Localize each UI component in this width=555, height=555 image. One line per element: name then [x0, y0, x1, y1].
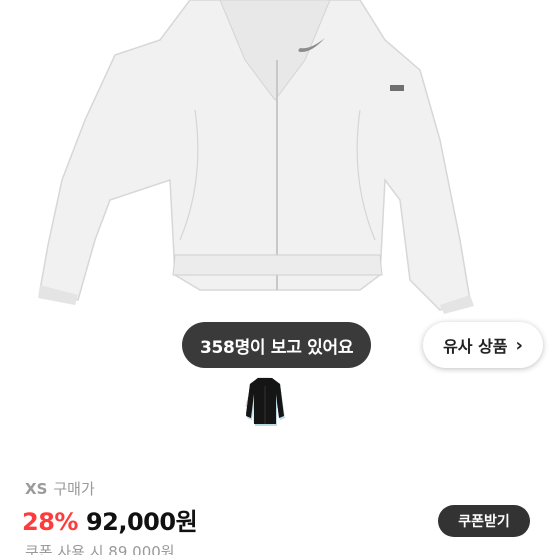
black-jacket-2-thumbnail-icon: [246, 378, 284, 424]
coupon-price-text: 쿠폰 사용 시 89,000원: [25, 543, 175, 555]
size-value: XS: [25, 480, 48, 498]
thumbnail-strip: [244, 376, 530, 440]
purchase-price-label: 구매가: [53, 480, 95, 498]
similar-products-button[interactable]: 유사 상품 ›: [423, 322, 543, 368]
discount-rate: 28%: [22, 508, 78, 536]
similar-products-label: 유사 상품: [443, 337, 508, 356]
thumbnail-light-blue-jacket[interactable]: [247, 376, 456, 440]
get-coupon-label: 쿠폰받기: [458, 514, 510, 530]
chevron-right-icon: ›: [515, 334, 523, 356]
viewers-count-text: 358명이 보고 있어요: [200, 337, 354, 358]
thumbnail-black-jacket-2[interactable]: [246, 376, 530, 440]
get-coupon-button[interactable]: 쿠폰받기: [438, 505, 530, 537]
price-row: 28% 92,000원: [22, 502, 198, 537]
sale-price: 92,000원: [85, 508, 198, 536]
product-hero-image[interactable]: 358명이 보고 있어요 유사 상품 ›: [0, 0, 555, 440]
viewers-count-badge: 358명이 보고 있어요: [182, 322, 372, 368]
size-price-label: XS 구매가: [25, 478, 95, 499]
thumbnail-black-jacket[interactable]: [246, 376, 382, 440]
white-jacket-image: [38, 0, 474, 314]
